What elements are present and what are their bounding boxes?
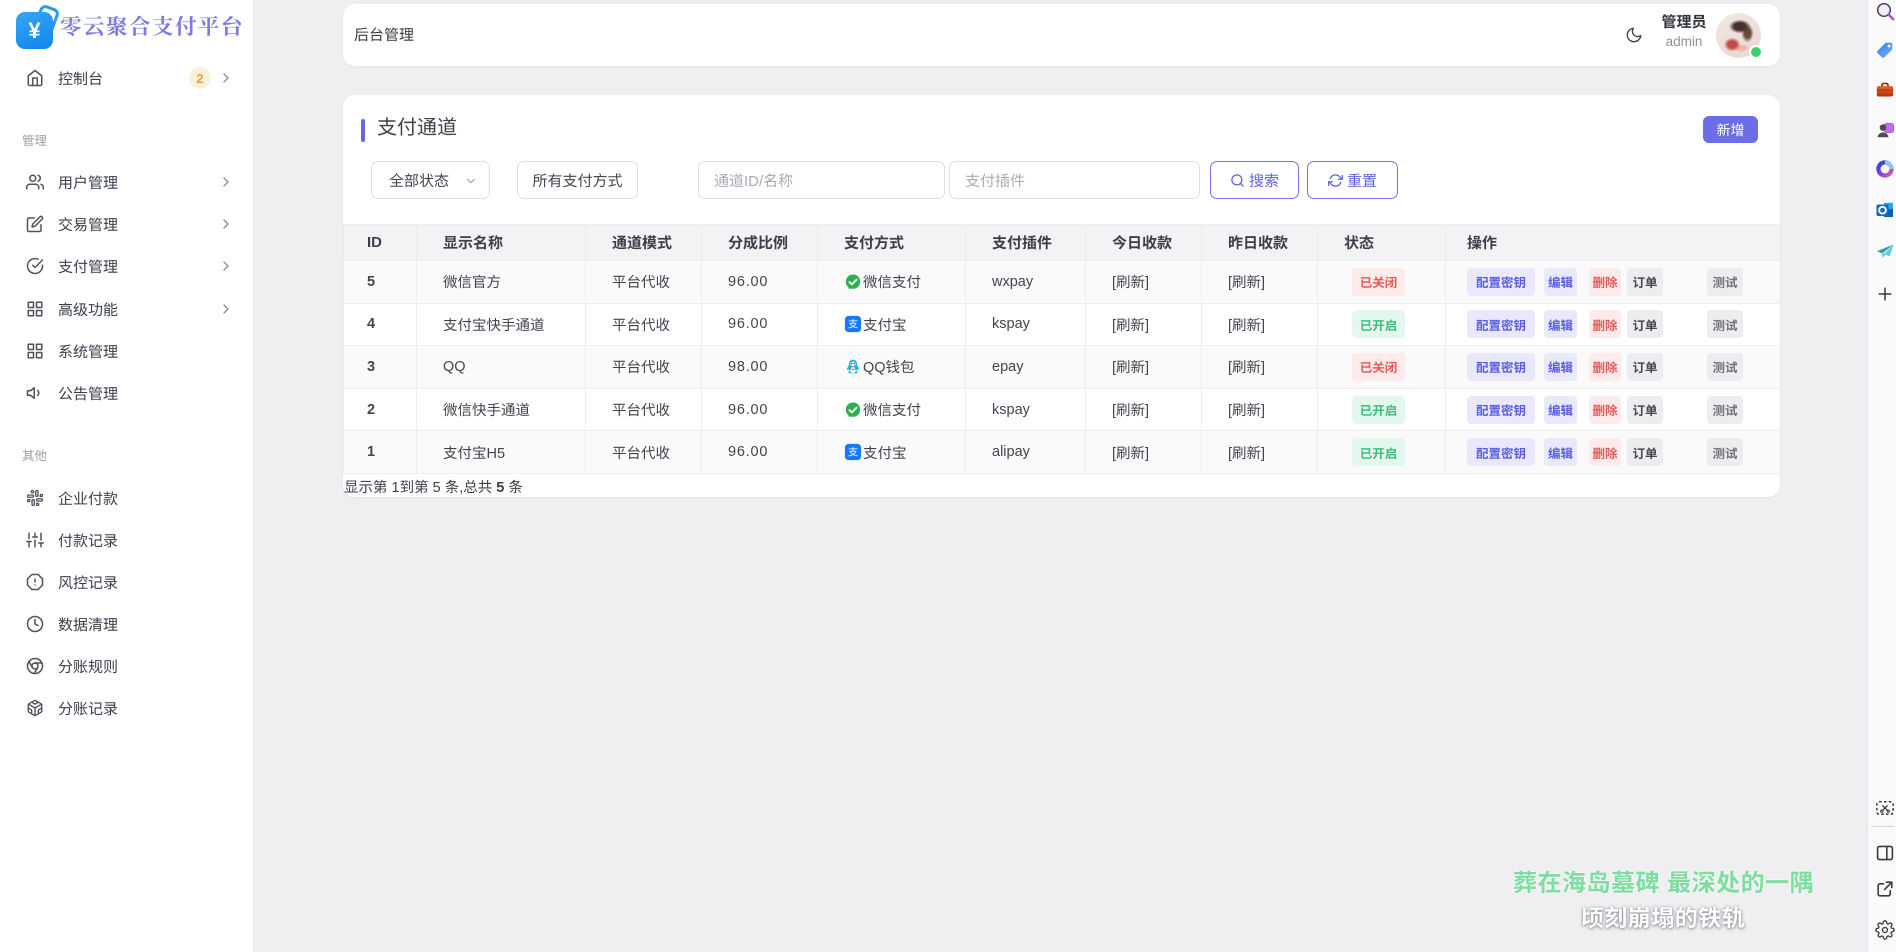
svg-text:支: 支 [848,444,858,459]
svg-text:支: 支 [848,316,858,331]
